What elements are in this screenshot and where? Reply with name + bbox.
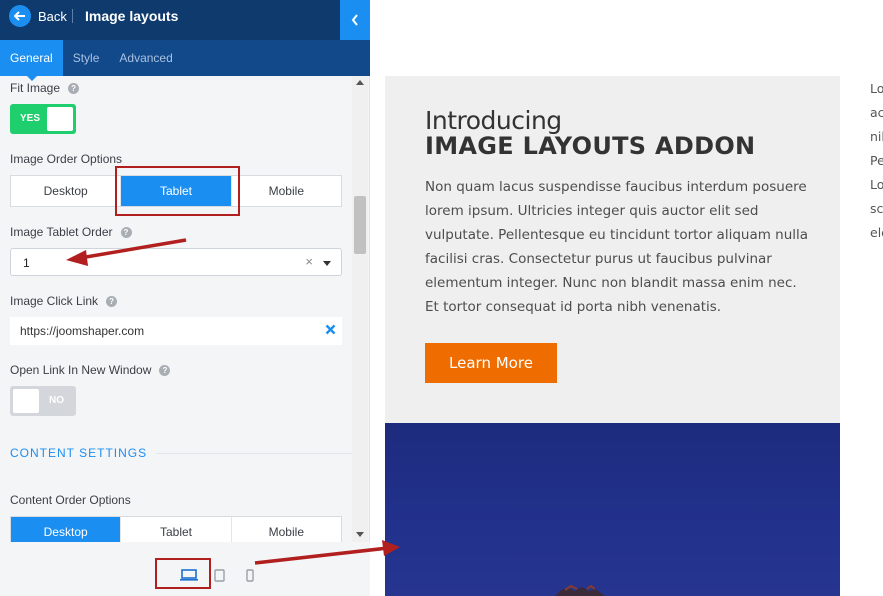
back-label: Back [38, 8, 67, 24]
content-order-label-text: Content Order Options [10, 493, 131, 507]
fit-image-toggle[interactable]: YES [10, 104, 76, 134]
preview-image-graphic [555, 584, 605, 596]
settings-tabs: General Style Advanced [0, 40, 370, 81]
preview-body-text: Non quam lacus suspendisse faucibus inte… [425, 179, 809, 315]
content-order-tablet-button[interactable]: Tablet [121, 517, 232, 542]
content-order-label: Content Order Options [10, 493, 131, 507]
side-line: nil [870, 129, 883, 144]
scroll-down-icon[interactable] [356, 532, 364, 537]
help-icon[interactable]: ? [120, 226, 132, 238]
tablet-icon[interactable] [214, 569, 225, 587]
image-tablet-order-select[interactable]: 1 × [10, 248, 342, 276]
tab-general[interactable]: General [0, 40, 63, 81]
help-icon[interactable]: ? [106, 295, 118, 307]
back-button[interactable]: Back [9, 5, 67, 27]
open-new-window-label-text: Open Link In New Window [10, 363, 152, 377]
help-icon[interactable]: ? [68, 82, 80, 94]
fit-image-label: Fit Image ? [10, 81, 80, 95]
title-divider [72, 9, 73, 23]
scrollbar-thumb[interactable] [354, 196, 366, 254]
preview-content-card: Introducing IMAGE LAYOUTS ADDON Non quam… [385, 76, 840, 423]
image-order-mobile-button[interactable]: Mobile [232, 176, 341, 206]
open-new-window-label: Open Link In New Window ? [10, 363, 171, 377]
section-divider [156, 453, 352, 454]
collapse-panel-button[interactable] [340, 0, 370, 40]
image-order-desktop-button[interactable]: Desktop [11, 176, 122, 206]
back-arrow-icon [9, 5, 31, 27]
side-line: Pe [870, 153, 883, 168]
scrollbar[interactable] [352, 76, 368, 542]
preview-image [385, 423, 840, 596]
panel-title: Image layouts [85, 8, 179, 24]
settings-form: Fit Image ? YES Image Order Options Desk… [0, 76, 352, 542]
image-click-link-label: Image Click Link ? [10, 294, 118, 308]
clear-link-icon[interactable] [325, 322, 336, 338]
image-click-link-input[interactable]: https://joomshaper.com [10, 317, 342, 345]
panel-header: Back Image layouts [0, 0, 370, 40]
side-line: Lo [870, 81, 883, 96]
caret-down-icon[interactable] [323, 261, 331, 266]
mobile-icon[interactable] [246, 569, 254, 587]
side-line: sc [870, 201, 883, 216]
toggle-knob [13, 389, 39, 413]
fit-image-label-text: Fit Image [10, 81, 61, 95]
addon-settings-panel: Back Image layouts General Style Advance… [0, 0, 370, 596]
content-order-desktop-button[interactable]: Desktop [11, 517, 122, 542]
image-tablet-order-label-text: Image Tablet Order [10, 225, 113, 239]
image-tablet-order-label: Image Tablet Order ? [10, 225, 132, 239]
highlight-device-toggle [155, 558, 211, 589]
content-settings-heading: CONTENT SETTINGS [10, 446, 148, 460]
tab-advanced[interactable]: Advanced [109, 40, 182, 76]
side-line: ac [870, 105, 883, 120]
scroll-up-icon[interactable] [356, 80, 364, 85]
side-line: ele [870, 225, 883, 240]
preview-side-text: Lo ac nil Pe Lo sc ele [870, 77, 883, 245]
side-line: Lo [870, 177, 883, 192]
chevron-left-icon [351, 14, 358, 26]
content-order-options: Desktop Tablet Mobile [10, 516, 342, 542]
learn-more-button[interactable]: Learn More [425, 343, 557, 383]
image-order-label-text: Image Order Options [10, 152, 123, 166]
image-order-label: Image Order Options [10, 152, 122, 166]
tab-style[interactable]: Style [63, 40, 110, 76]
help-icon[interactable]: ? [159, 364, 171, 376]
preview-heading: IMAGE LAYOUTS ADDON [425, 132, 756, 160]
highlight-tablet-option [115, 166, 240, 216]
preview-intro-text: Introducing [425, 106, 562, 135]
toggle-knob [47, 107, 73, 131]
image-click-link-value: https://joomshaper.com [20, 324, 145, 338]
fit-image-toggle-label: YES [20, 113, 41, 124]
content-order-mobile-button[interactable]: Mobile [232, 517, 341, 542]
open-new-window-toggle-label: NO [49, 395, 64, 406]
open-new-window-toggle[interactable]: NO [10, 386, 76, 416]
image-click-link-label-text: Image Click Link [10, 294, 99, 308]
image-tablet-order-value: 1 [23, 256, 30, 270]
clear-icon[interactable]: × [305, 254, 313, 269]
